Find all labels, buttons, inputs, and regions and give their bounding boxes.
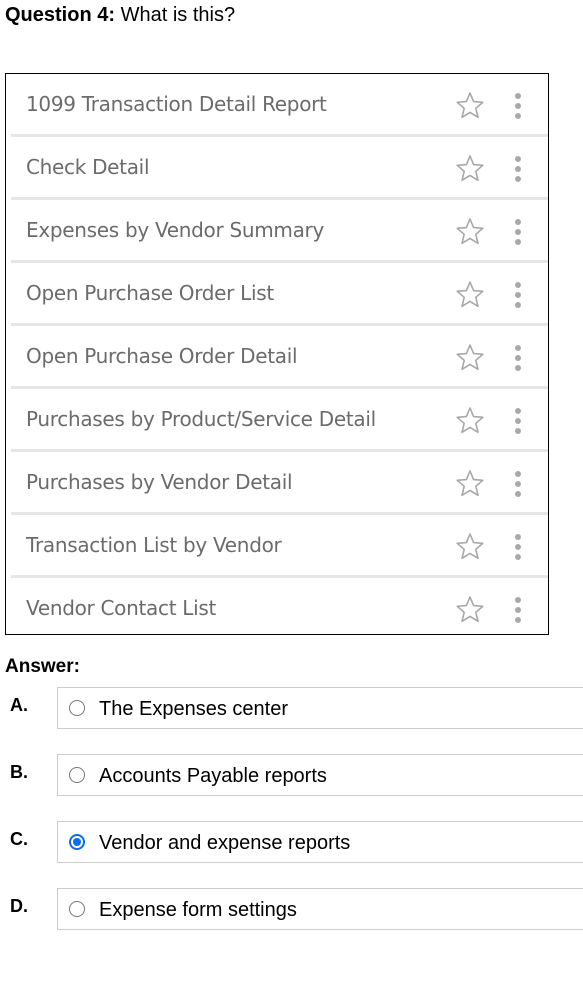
kebab-menu-icon[interactable] [513, 407, 523, 435]
report-row[interactable]: Open Purchase Order List [11, 263, 548, 326]
kebab-menu-icon[interactable] [513, 344, 523, 372]
report-row[interactable]: Vendor Contact List [11, 578, 548, 634]
radio-button[interactable] [69, 767, 85, 783]
kebab-menu-icon[interactable] [513, 470, 523, 498]
star-icon[interactable] [455, 154, 485, 182]
answer-option[interactable]: Accounts Payable reports [57, 754, 583, 796]
report-row[interactable]: Purchases by Vendor Detail [11, 452, 548, 515]
report-row[interactable]: 1099 Transaction Detail Report [11, 74, 548, 137]
radio-button[interactable] [69, 834, 85, 850]
option-letter: B. [10, 762, 28, 782]
report-row[interactable]: Check Detail [11, 137, 548, 200]
option-letter: C. [10, 829, 28, 849]
report-row[interactable]: Purchases by Product/Service Detail [11, 389, 548, 452]
option-label[interactable]: The Expenses center [99, 697, 288, 721]
star-icon[interactable] [455, 469, 485, 497]
star-icon[interactable] [455, 532, 485, 560]
reports-screenshot: 1099 Transaction Detail Report Check Deta… [5, 73, 549, 635]
report-row[interactable]: Expenses by Vendor Summary [11, 200, 548, 263]
report-name[interactable]: 1099 Transaction Detail Report [26, 91, 327, 117]
report-name[interactable]: Purchases by Product/Service Detail [26, 406, 376, 432]
star-icon[interactable] [455, 343, 485, 371]
report-row[interactable]: Transaction List by Vendor [11, 515, 548, 578]
question-text: What is this? [120, 4, 236, 26]
option-letter: A. [10, 695, 28, 715]
radio-button[interactable] [69, 700, 85, 716]
report-row[interactable]: Open Purchase Order Detail [11, 326, 548, 389]
option-label[interactable]: Expense form settings [99, 898, 297, 922]
kebab-menu-icon[interactable] [513, 281, 523, 309]
star-icon[interactable] [455, 595, 485, 623]
answer-option[interactable]: The Expenses center [57, 687, 583, 729]
radio-button[interactable] [69, 901, 85, 917]
option-label[interactable]: Vendor and expense reports [99, 831, 350, 855]
answer-option[interactable]: Vendor and expense reports [57, 821, 583, 863]
answer-heading: Answer: [5, 656, 80, 677]
option-letter: D. [10, 896, 28, 916]
report-name[interactable]: Transaction List by Vendor [26, 532, 282, 558]
report-name[interactable]: Check Detail [26, 154, 150, 180]
kebab-menu-icon[interactable] [513, 596, 523, 624]
report-name[interactable]: Expenses by Vendor Summary [26, 217, 324, 243]
kebab-menu-icon[interactable] [513, 92, 523, 120]
star-icon[interactable] [455, 280, 485, 308]
report-name[interactable]: Open Purchase Order Detail [26, 343, 298, 369]
star-icon[interactable] [455, 217, 485, 245]
kebab-menu-icon[interactable] [513, 155, 523, 183]
star-icon[interactable] [455, 91, 485, 119]
question-number: Question 4: [5, 4, 116, 26]
kebab-menu-icon[interactable] [513, 218, 523, 246]
option-label[interactable]: Accounts Payable reports [99, 764, 327, 788]
report-name[interactable]: Vendor Contact List [26, 595, 216, 621]
kebab-menu-icon[interactable] [513, 533, 523, 561]
report-name[interactable]: Purchases by Vendor Detail [26, 469, 293, 495]
question-title: Question 4: What is this? [5, 3, 235, 27]
answer-option[interactable]: Expense form settings [57, 888, 583, 930]
star-icon[interactable] [455, 406, 485, 434]
report-list: 1099 Transaction Detail Report Check Deta… [11, 74, 548, 634]
report-name[interactable]: Open Purchase Order List [26, 280, 274, 306]
